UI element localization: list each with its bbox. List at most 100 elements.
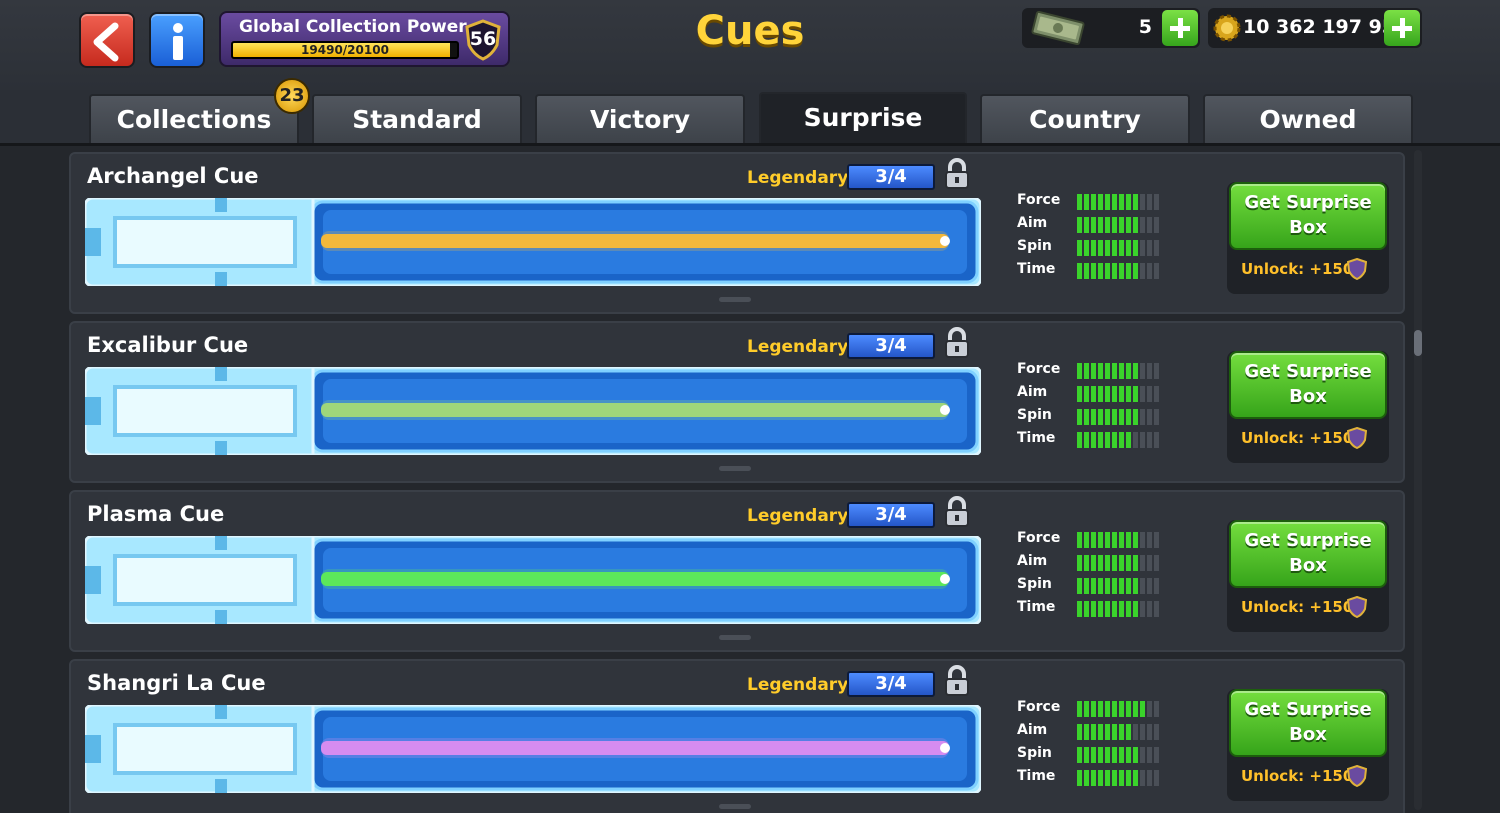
stat-label: Aim xyxy=(1017,722,1048,738)
stat-label: Aim xyxy=(1017,384,1048,400)
stat-label: Aim xyxy=(1017,215,1048,231)
get-surprise-box-button[interactable]: Get Surprise Box xyxy=(1229,689,1387,757)
pieces-counter: 3/4 xyxy=(847,671,935,697)
back-arrow-icon xyxy=(93,22,119,62)
collections-badge: 23 xyxy=(274,78,310,114)
tab-surprise[interactable]: Surprise xyxy=(759,92,967,146)
global-collection-power[interactable]: Global Collection Power 19490/20100 56 xyxy=(219,11,510,67)
stat-bar xyxy=(1077,578,1161,594)
stat-label: Aim xyxy=(1017,553,1048,569)
cue-row[interactable]: Archangel Cue Legendary 3/4 Force Aim Spin… xyxy=(69,152,1405,314)
power-shield-icon xyxy=(1347,596,1367,618)
coin-gear-icon xyxy=(1213,14,1241,42)
info-icon xyxy=(173,23,183,60)
scrollbar-thumb[interactable] xyxy=(1414,330,1422,356)
rarity-label: Legendary xyxy=(747,675,849,695)
tab-label: Country xyxy=(1029,105,1141,134)
info-button[interactable] xyxy=(149,12,205,68)
stat-bar xyxy=(1077,409,1161,425)
tab-label: Surprise xyxy=(803,103,923,132)
get-surprise-box-button[interactable]: Get Surprise Box xyxy=(1229,182,1387,250)
stat-bar xyxy=(1077,194,1161,210)
stat-label: Time xyxy=(1017,768,1056,784)
stat-bar xyxy=(1077,386,1161,402)
stat-bar xyxy=(1077,601,1161,617)
stat-bar-fill xyxy=(1077,409,1138,425)
stat-bar xyxy=(1077,770,1161,786)
action-panel: Get Surprise Box Unlock: +150 xyxy=(1227,351,1389,463)
cue-case xyxy=(85,198,981,286)
cue-row[interactable]: Shangri La Cue Legendary 3/4 Force Aim Spi… xyxy=(69,659,1405,813)
stat-bar-fill xyxy=(1077,240,1138,256)
stat-bar xyxy=(1077,701,1161,717)
row-drag-handle[interactable] xyxy=(719,635,751,640)
power-shield-icon xyxy=(1347,258,1367,280)
stat-bar-fill xyxy=(1077,770,1138,786)
cue-row[interactable]: Plasma Cue Legendary 3/4 Force Aim Spin Tim… xyxy=(69,490,1405,652)
stat-label: Spin xyxy=(1017,745,1052,761)
stat-label: Spin xyxy=(1017,238,1052,254)
power-shield-icon xyxy=(1347,765,1367,787)
row-drag-handle[interactable] xyxy=(719,466,751,471)
cue-case xyxy=(85,367,981,455)
cue-case xyxy=(85,705,981,793)
lock-icon xyxy=(945,158,969,189)
coins-counter[interactable]: 10 362 197 953 xyxy=(1208,8,1422,48)
cash-counter[interactable]: 5 xyxy=(1022,8,1200,48)
tab-owned[interactable]: Owned xyxy=(1203,94,1413,144)
unlock-bonus: Unlock: +150 xyxy=(1241,598,1354,616)
power-level: 56 xyxy=(469,28,497,50)
stat-bar xyxy=(1077,532,1161,548)
stat-bar xyxy=(1077,555,1161,571)
tab-label: Standard xyxy=(352,105,482,134)
stat-bar xyxy=(1077,263,1161,279)
stat-bar xyxy=(1077,724,1161,740)
back-button[interactable] xyxy=(79,12,135,68)
stat-label: Spin xyxy=(1017,576,1052,592)
pieces-counter: 3/4 xyxy=(847,333,935,359)
rarity-label: Legendary xyxy=(747,168,849,188)
row-drag-handle[interactable] xyxy=(719,804,751,809)
stat-label: Force xyxy=(1017,361,1061,377)
unlock-bonus: Unlock: +150 xyxy=(1241,429,1354,447)
stat-bar-fill xyxy=(1077,555,1138,571)
cue-case xyxy=(85,536,981,624)
tab-collections[interactable]: Collections xyxy=(89,94,299,144)
cash-icon xyxy=(1031,10,1085,46)
tab-standard[interactable]: Standard xyxy=(312,94,522,144)
stat-bar xyxy=(1077,432,1161,448)
stat-label: Spin xyxy=(1017,407,1052,423)
power-shield-icon xyxy=(1347,427,1367,449)
action-panel: Get Surprise Box Unlock: +150 xyxy=(1227,520,1389,632)
tab-country[interactable]: Country xyxy=(980,94,1190,144)
get-surprise-box-button[interactable]: Get Surprise Box xyxy=(1229,520,1387,588)
add-cash-button[interactable] xyxy=(1162,10,1198,46)
stat-label: Force xyxy=(1017,530,1061,546)
stat-bar-fill xyxy=(1077,578,1138,594)
stat-label: Force xyxy=(1017,699,1061,715)
cue-row[interactable]: Excalibur Cue Legendary 3/4 Force Aim Spin… xyxy=(69,321,1405,483)
cash-value: 5 xyxy=(1138,16,1152,38)
stat-bar-fill xyxy=(1077,532,1138,548)
pieces-counter: 3/4 xyxy=(847,502,935,528)
top-bar: Global Collection Power 19490/20100 56 C… xyxy=(0,0,1500,90)
tab-victory[interactable]: Victory xyxy=(535,94,745,144)
scroll-track[interactable] xyxy=(1414,150,1422,810)
stat-bar xyxy=(1077,747,1161,763)
stat-bar-fill xyxy=(1077,217,1138,233)
tab-label: Collections xyxy=(116,105,272,134)
row-drag-handle[interactable] xyxy=(719,297,751,302)
lock-icon xyxy=(945,496,969,527)
stat-bar-fill xyxy=(1077,701,1145,717)
stat-bar-fill xyxy=(1077,363,1138,379)
stat-label: Force xyxy=(1017,192,1061,208)
cue-name: Plasma Cue xyxy=(87,502,225,526)
add-coins-button[interactable] xyxy=(1384,10,1420,46)
unlock-bonus: Unlock: +150 xyxy=(1241,260,1354,278)
pieces-counter: 3/4 xyxy=(847,164,935,190)
action-panel: Get Surprise Box Unlock: +150 xyxy=(1227,182,1389,294)
stat-bar-fill xyxy=(1077,263,1138,279)
power-progress-bar: 19490/20100 xyxy=(231,41,459,59)
get-surprise-box-button[interactable]: Get Surprise Box xyxy=(1229,351,1387,419)
cue-name: Archangel Cue xyxy=(87,164,259,188)
